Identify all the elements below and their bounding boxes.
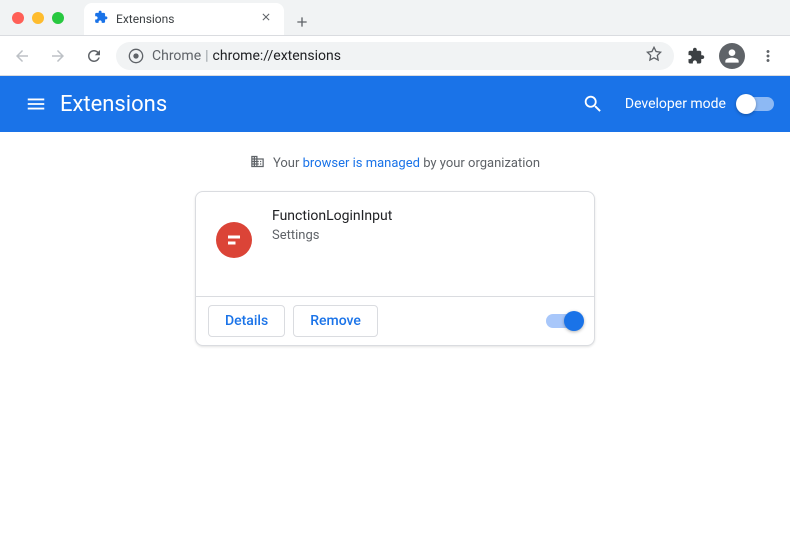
browser-toolbar: Chrome | chrome://extensions: [0, 36, 790, 76]
chrome-icon: [128, 48, 144, 64]
bookmark-star-icon[interactable]: [646, 46, 662, 66]
new-tab-button[interactable]: [284, 11, 320, 35]
extension-card-body: FunctionLoginInput Settings: [196, 192, 594, 296]
page-title: Extensions: [60, 92, 167, 117]
extension-card-footer: Details Remove: [196, 296, 594, 345]
extension-description: Settings: [272, 228, 574, 243]
back-button[interactable]: [8, 42, 36, 70]
content-area: Your browser is managed by your organiza…: [0, 132, 790, 548]
tab-strip: Extensions: [84, 0, 320, 35]
extension-icon: [216, 222, 252, 258]
puzzle-icon: [94, 10, 108, 28]
extension-enable-toggle[interactable]: [546, 314, 582, 328]
address-bar[interactable]: Chrome | chrome://extensions: [116, 42, 674, 70]
extension-name: FunctionLoginInput: [272, 208, 574, 224]
window-titlebar: Extensions: [0, 0, 790, 36]
forward-button[interactable]: [44, 42, 72, 70]
extension-info: FunctionLoginInput Settings: [272, 208, 574, 276]
window-close-button[interactable]: [12, 12, 24, 24]
extensions-header: Extensions Developer mode: [0, 76, 790, 132]
address-text: Chrome | chrome://extensions: [152, 48, 341, 64]
toggle-knob: [564, 311, 584, 331]
search-button[interactable]: [573, 84, 613, 124]
tab-title: Extensions: [116, 12, 258, 26]
toggle-knob: [736, 94, 756, 114]
extensions-puzzle-icon[interactable]: [682, 42, 710, 70]
remove-button[interactable]: Remove: [293, 305, 378, 337]
browser-managed-link[interactable]: browser is managed: [303, 156, 420, 171]
window-minimize-button[interactable]: [32, 12, 44, 24]
tab-close-button[interactable]: [258, 9, 274, 29]
menu-dots-icon[interactable]: [754, 42, 782, 70]
profile-avatar[interactable]: [718, 42, 746, 70]
window-maximize-button[interactable]: [52, 12, 64, 24]
window-controls: [0, 12, 76, 24]
building-icon: [250, 154, 265, 173]
managed-browser-notice: Your browser is managed by your organiza…: [0, 148, 790, 191]
extension-card: FunctionLoginInput Settings Details Remo…: [195, 191, 595, 346]
browser-tab[interactable]: Extensions: [84, 3, 284, 35]
developer-mode-label: Developer mode: [625, 96, 726, 112]
details-button[interactable]: Details: [208, 305, 285, 337]
reload-button[interactable]: [80, 42, 108, 70]
developer-mode-toggle[interactable]: [738, 97, 774, 111]
hamburger-menu-button[interactable]: [16, 84, 56, 124]
